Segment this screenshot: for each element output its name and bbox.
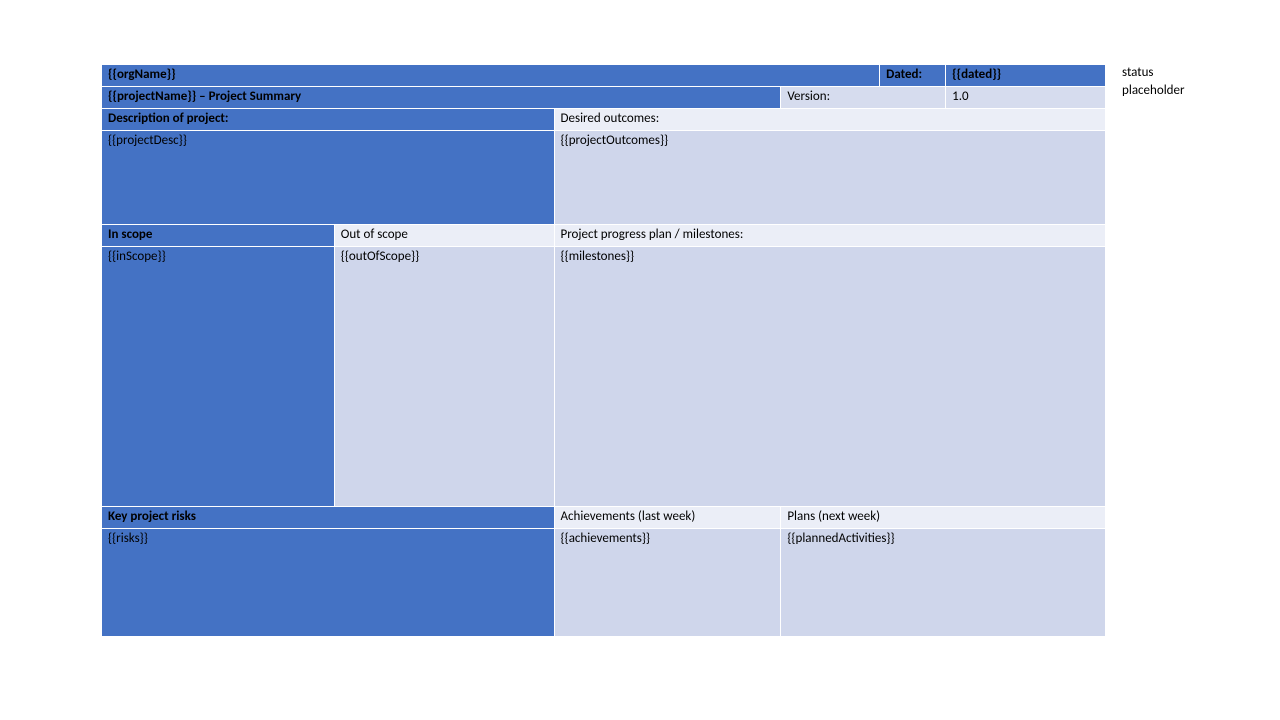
achievements: {{achievements}}: [554, 529, 781, 637]
project-summary-title: {{projectName}} – Project Summary: [102, 87, 781, 109]
status-line-1: status: [1122, 64, 1185, 82]
outcomes-label: Desired outcomes:: [554, 109, 1105, 131]
version-value: 1.0: [946, 87, 1106, 109]
planned-activities: {{plannedActivities}}: [781, 529, 1106, 637]
version-label: Version:: [781, 87, 946, 109]
risks-label: Key project risks: [102, 507, 555, 529]
org-name: {{orgName}}: [102, 65, 880, 87]
description-label: Description of project:: [102, 109, 555, 131]
dated-label: Dated:: [880, 65, 946, 87]
dated-value: {{dated}}: [946, 65, 1106, 87]
risks: {{risks}}: [102, 529, 555, 637]
milestones-label: Project progress plan / milestones:: [554, 225, 1105, 247]
plans-label: Plans (next week): [781, 507, 1106, 529]
milestones: {{milestones}}: [554, 247, 1105, 507]
in-scope-label: In scope: [102, 225, 335, 247]
project-description: {{projectDesc}}: [102, 131, 555, 225]
project-outcomes: {{projectOutcomes}}: [554, 131, 1105, 225]
status-placeholder: status placeholder: [1122, 64, 1185, 100]
out-of-scope: {{outOfScope}}: [334, 247, 554, 507]
achievements-label: Achievements (last week): [554, 507, 781, 529]
status-line-2: placeholder: [1122, 82, 1185, 100]
in-scope: {{inScope}}: [102, 247, 335, 507]
out-of-scope-label: Out of scope: [334, 225, 554, 247]
project-summary-table: {{orgName}} Dated: {{dated}} {{projectNa…: [101, 64, 1106, 637]
